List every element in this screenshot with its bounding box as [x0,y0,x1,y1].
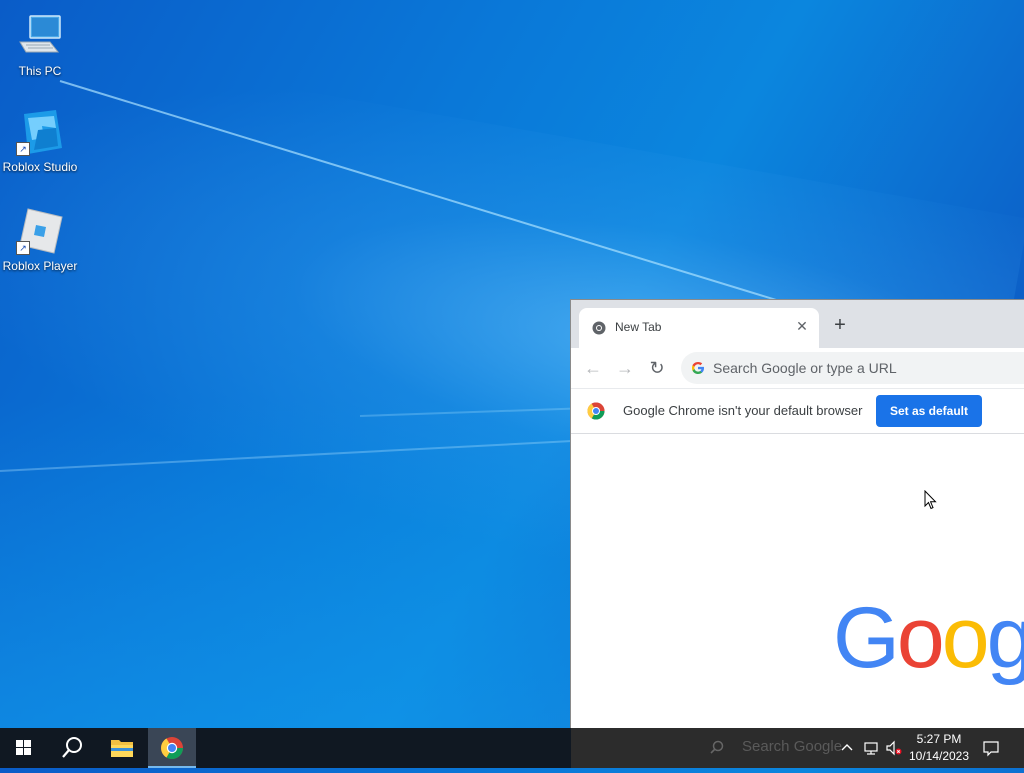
system-clock[interactable]: 5:27 PM 10/14/2023 [906,731,972,765]
roblox-studio-icon: ↗ [16,108,64,156]
desktop-icon-roblox-studio[interactable]: ↗ Roblox Studio [0,108,80,174]
windows-logo-icon [16,740,31,755]
chrome-icon [592,321,606,335]
forward-button[interactable]: → [613,356,637,380]
omnibox-placeholder: Search Google or type a URL [713,360,897,376]
computer-icon [16,12,64,60]
google-logo-letter: g [987,589,1024,688]
new-tab-button[interactable]: + [829,314,851,336]
reload-button[interactable]: ↻ [645,356,669,380]
roblox-player-icon: ↗ [16,207,64,255]
default-browser-infobar: Google Chrome isn't your default browser… [571,388,1024,434]
tab-close-icon[interactable]: ✕ [793,317,811,335]
infobar-message: Google Chrome isn't your default browser [623,403,863,418]
search-button[interactable] [48,728,96,768]
clock-date: 10/14/2023 [908,749,970,763]
notification-icon[interactable] [982,739,1000,757]
google-logo-letter: o [941,590,990,686]
browser-toolbar: ← → ↻ Search Google or type a URL [571,348,1024,388]
google-logo-letter: o [896,590,945,686]
tab-strip: New Tab ✕ + [571,300,1024,348]
google-logo: Goog [833,589,1024,688]
chrome-taskbar-button[interactable] [148,728,196,768]
desktop-icon-roblox-player[interactable]: ↗ Roblox Player [0,207,80,273]
chevron-up-icon[interactable] [838,739,856,757]
chrome-window[interactable]: New Tab ✕ + ← → ↻ Search Google or type … [570,299,1024,729]
google-logo-letter: G [833,590,900,686]
desktop-icon-label: Roblox Player [2,259,78,273]
search-icon [708,739,726,757]
desktop-icon-label: This PC [18,64,62,78]
start-button[interactable] [0,728,48,768]
file-explorer-button[interactable] [98,728,146,768]
volume-muted-icon[interactable] [885,739,903,757]
search-icon [62,737,82,758]
chrome-icon [161,737,183,759]
omnibox[interactable]: Search Google or type a URL [681,352,1024,384]
desktop-icon-label: Roblox Studio [2,160,78,174]
new-tab-page: Goog [571,434,1024,729]
tab-title: New Tab [615,320,662,334]
taskbar-search-ghost: Search Google [742,738,843,755]
folder-icon [111,740,133,757]
tab-new-tab[interactable]: New Tab ✕ [579,308,819,348]
shortcut-arrow-icon: ↗ [16,241,30,255]
shortcut-arrow-icon: ↗ [16,142,30,156]
back-button[interactable]: ← [581,356,605,380]
chrome-logo-icon [587,402,605,420]
clock-time: 5:27 PM [916,732,962,746]
desktop-icon-this-pc[interactable]: This PC [0,12,80,78]
set-as-default-button[interactable]: Set as default [876,395,982,427]
taskbar: Search Google 5:27 PM 10/14/2023 [0,728,1024,768]
network-icon[interactable] [862,739,880,757]
mouse-cursor-icon [924,489,938,510]
google-g-icon [691,361,705,375]
